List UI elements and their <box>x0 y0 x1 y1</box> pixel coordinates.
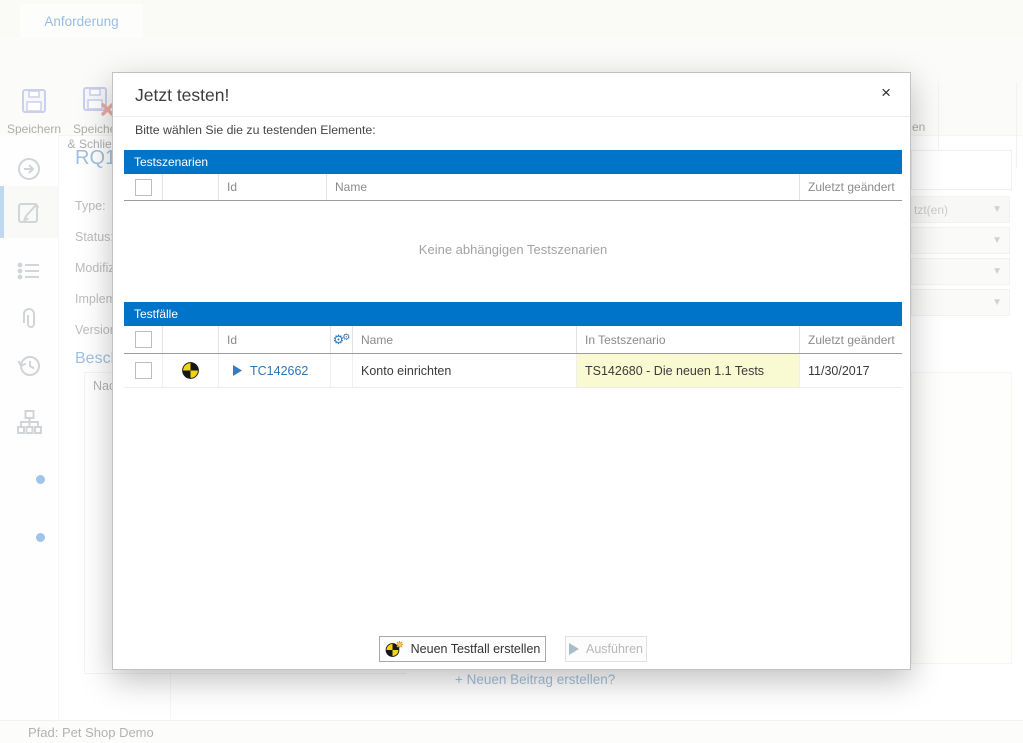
run-button[interactable]: Ausführen <box>565 636 647 662</box>
testcase-id-link[interactable]: TC142662 <box>250 364 308 378</box>
create-testcase-button[interactable]: Neuen Testfall erstellen <box>379 636 546 662</box>
app-window: Anforderung Speichern Speichern& Schließ… <box>0 0 1023 743</box>
testfaelle-header: Testfälle <box>124 302 902 326</box>
execution-column-header[interactable]: ⚙⚙ <box>331 326 353 353</box>
testszenarien-empty-state: Keine abhängigen Testszenarien <box>124 201 902 298</box>
icon-column-header <box>163 326 219 353</box>
run-label: Ausführen <box>586 642 643 656</box>
testcase-scenario-cell: TS142680 - Die neuen 1.1 Tests <box>577 354 800 387</box>
testcase-id-cell: TC142662 <box>219 354 331 387</box>
testszenarien-column-header-row: Id Name Zuletzt geändert <box>124 174 902 201</box>
name-column-header[interactable]: Name <box>353 326 577 353</box>
crash-test-dummy-new-icon <box>385 641 404 658</box>
testszenarien-header: Testszenarien <box>124 150 902 174</box>
play-icon <box>569 643 579 655</box>
select-all-cell <box>124 174 163 200</box>
testfaelle-column-header-row: Id ⚙⚙ Name In Testszenario Zuletzt geänd… <box>124 326 902 354</box>
create-testcase-label: Neuen Testfall erstellen <box>411 642 541 656</box>
testcase-modified-cell: 11/30/2017 <box>800 354 902 387</box>
testcase-name-cell: Konto einrichten <box>353 354 577 387</box>
row-checkbox[interactable] <box>135 362 152 379</box>
close-icon[interactable]: × <box>875 81 897 105</box>
jetzt-testen-dialog: Jetzt testen! × Bitte wählen Sie die zu … <box>112 72 911 670</box>
expand-triangle-icon[interactable] <box>233 365 242 376</box>
scenario-highlight: TS142680 - Die neuen 1.1 Tests <box>577 354 799 387</box>
select-all-checkbox[interactable] <box>135 179 152 196</box>
icon-column-header <box>163 174 219 200</box>
name-column-header[interactable]: Name <box>327 174 800 200</box>
modified-column-header[interactable]: Zuletzt geändert <box>800 174 902 200</box>
title-divider <box>113 116 910 117</box>
execution-cell <box>331 354 353 387</box>
id-column-header[interactable]: Id <box>219 326 331 353</box>
table-row[interactable]: TC142662 Konto einrichten TS142680 - Die… <box>124 354 902 388</box>
select-all-checkbox[interactable] <box>135 331 152 348</box>
row-select-cell <box>124 354 163 387</box>
scenario-column-header[interactable]: In Testszenario <box>577 326 800 353</box>
testcase-icon-cell <box>163 354 219 387</box>
crash-test-dummy-icon <box>182 362 199 379</box>
testszenarien-table: Testszenarien Id Name Zuletzt geändert K… <box>124 150 902 298</box>
modified-column-header[interactable]: Zuletzt geändert <box>800 326 902 353</box>
gears-icon: ⚙⚙ <box>333 333 351 346</box>
dialog-instruction: Bitte wählen Sie die zu testenden Elemen… <box>135 123 376 137</box>
id-column-header[interactable]: Id <box>219 174 327 200</box>
dialog-title: Jetzt testen! <box>135 85 229 106</box>
select-all-cell <box>124 326 163 353</box>
testfaelle-table: Testfälle Id ⚙⚙ Name In Testszenario Zul… <box>124 302 902 388</box>
